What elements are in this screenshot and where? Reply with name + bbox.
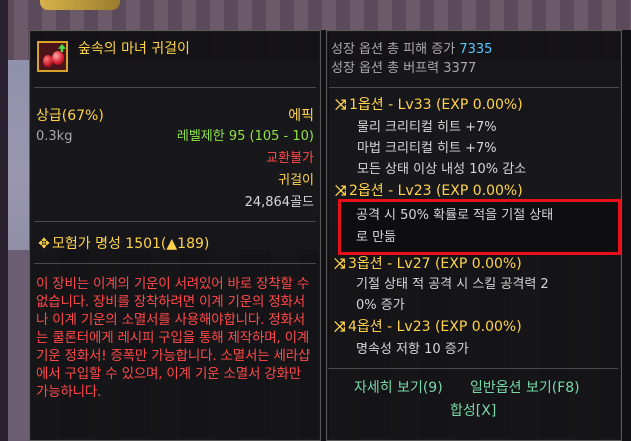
item-weight: 0.3kg [36, 129, 73, 144]
divider [329, 87, 619, 88]
divider [34, 87, 316, 88]
earring-item-icon [37, 41, 68, 72]
growth-buff: 성장 옵션 총 버프력 3377 [331, 61, 477, 76]
item-price: 24,864골드 [244, 195, 314, 210]
fame-text: 모험가 명성 1501(▲189) [52, 236, 210, 252]
level-limit: 레벨제한 95 (105 - 10) [176, 129, 314, 144]
growth-damage-value: 7335 [459, 42, 493, 57]
option-2-title: 2옵션 - Lv23 (EXP 0.00%) [349, 183, 523, 199]
fame-row: ✥ 모험가 명성 1501(▲189) [36, 236, 209, 253]
item-grade: 상급(67%) [36, 108, 104, 124]
divider [34, 263, 316, 264]
item-description: 이 장비는 이계의 기운이 서려있어 바로 장착할 수 없습니다. 장비를 장착… [36, 276, 311, 400]
option-1-header: ⤨ 1옵션 - Lv33 (EXP 0.00%) [335, 97, 523, 114]
shuffle-icon: ⤨ [335, 183, 347, 199]
annotation-highlight-box [338, 199, 621, 255]
normal-options-button[interactable]: 일반옵션 보기(F8) [470, 380, 580, 397]
divider [34, 221, 316, 222]
option-2-header: ⤨ 2옵션 - Lv23 (EXP 0.00%) [335, 183, 523, 200]
hud-ornament [40, 0, 120, 10]
option-1-title: 1옵션 - Lv33 (EXP 0.00%) [349, 97, 523, 113]
item-rarity: 에픽 [288, 108, 314, 124]
growth-damage-row: 성장 옵션 총 피해 증가 7335 [331, 41, 492, 58]
growth-damage-label: 성장 옵션 총 피해 증가 [331, 42, 456, 57]
item-type: 귀걸이 [278, 173, 314, 188]
option-1-line-1: 물리 크리티컬 히트 +7% [357, 120, 497, 135]
combine-button[interactable]: 합성[X] [450, 403, 496, 420]
option-1-line-2: 마법 크리티컬 히트 +7% [357, 141, 497, 156]
item-tooltip-left: 숲속의 마녀 귀걸이 상급(67%) 에픽 0.3kg 레벨제한 95 (105… [29, 30, 321, 441]
item-name: 숲속의 마녀 귀걸이 [78, 41, 190, 57]
details-view-button[interactable]: 자세히 보기(9) [354, 380, 443, 397]
shuffle-icon: ⤨ [335, 97, 347, 113]
fame-emblem-icon: ✥ [38, 236, 50, 252]
option-1-line-3: 모든 상태 이상 내성 10% 감소 [357, 162, 527, 177]
panel-edge [622, 30, 631, 441]
trade-restriction: 교환불가 [266, 151, 314, 166]
background-pole [0, 0, 8, 441]
